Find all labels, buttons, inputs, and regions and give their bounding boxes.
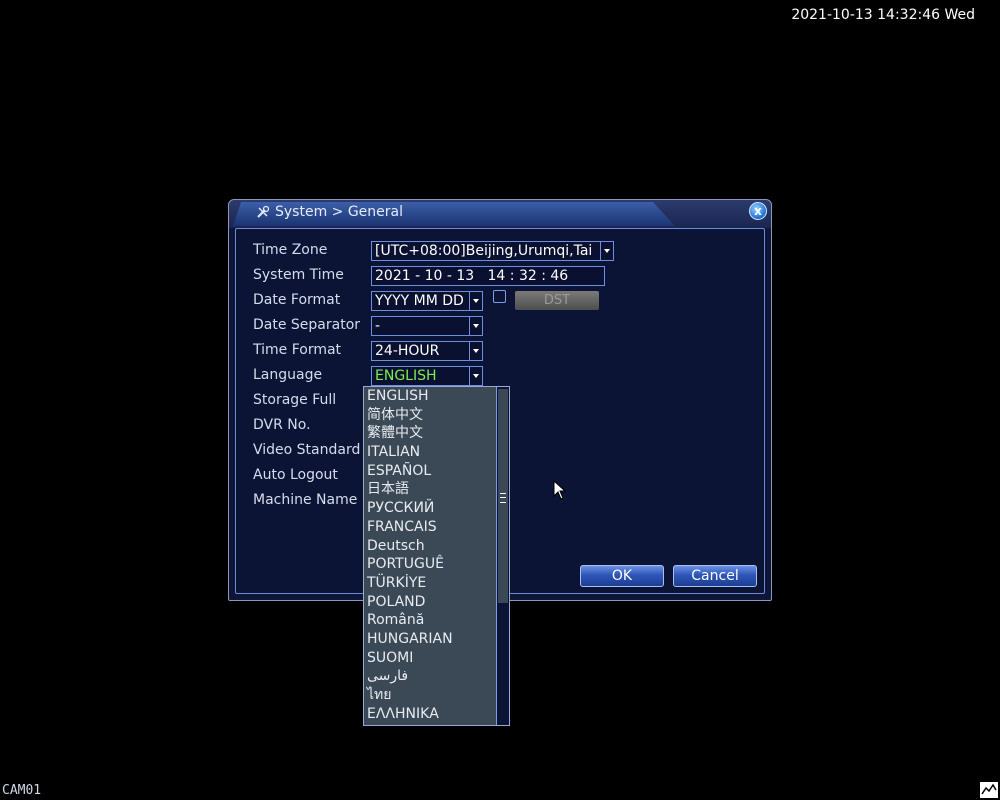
- chevron-down-icon: [469, 367, 482, 385]
- language-option[interactable]: 日本語: [364, 480, 509, 499]
- scrollbar-thumb[interactable]: [498, 389, 508, 603]
- language-option[interactable]: SUOMI: [364, 649, 509, 668]
- date-format-select[interactable]: YYYY MM DD: [371, 291, 483, 311]
- language-option[interactable]: 繁體中文: [364, 424, 509, 443]
- language-option[interactable]: فارسی: [364, 667, 509, 686]
- dialog-title: System > General: [275, 204, 404, 220]
- label-time-format: Time Format: [253, 342, 342, 358]
- label-date-separator: Date Separator: [253, 317, 361, 333]
- system-time-input[interactable]: 2021 - 10 - 13 14 : 32 : 46: [371, 266, 605, 286]
- language-option[interactable]: FRANCAIS: [364, 518, 509, 537]
- cancel-button[interactable]: Cancel: [673, 565, 757, 587]
- chevron-down-icon: [469, 342, 482, 360]
- dst-button[interactable]: DST: [515, 291, 599, 310]
- language-select[interactable]: ENGLISH: [371, 366, 483, 386]
- label-dvr-no: DVR No.: [253, 417, 311, 433]
- language-list-scrollbar[interactable]: [496, 387, 509, 725]
- language-option[interactable]: РУССКИЙ: [364, 499, 509, 518]
- label-language: Language: [253, 367, 323, 383]
- language-option[interactable]: ENGLISH: [364, 387, 509, 406]
- chevron-down-icon: [600, 242, 613, 260]
- close-button[interactable]: x: [749, 202, 767, 220]
- label-machine-name: Machine Name: [253, 492, 358, 508]
- label-storage-full: Storage Full: [253, 392, 337, 408]
- language-option[interactable]: ΕΛΛΗΝΙΚΑ: [364, 705, 509, 724]
- language-option[interactable]: Deutsch: [364, 537, 509, 556]
- language-option[interactable]: ไทย: [364, 686, 509, 705]
- language-option[interactable]: ITALIAN: [364, 443, 509, 462]
- language-option[interactable]: HUNGARIAN: [364, 630, 509, 649]
- language-option[interactable]: PORTUGUÊ: [364, 555, 509, 574]
- label-video-standard: Video Standard: [253, 442, 361, 458]
- grip-icon: [500, 493, 506, 503]
- date-separator-select[interactable]: -: [371, 316, 483, 336]
- label-date-format: Date Format: [253, 292, 341, 308]
- ok-button[interactable]: OK: [580, 565, 664, 587]
- time-zone-select[interactable]: [UTC+08:00]Beijing,Urumqi,Tai: [371, 241, 614, 261]
- chevron-down-icon: [469, 317, 482, 335]
- chevron-down-icon: [469, 292, 482, 310]
- time-format-select[interactable]: 24-HOUR: [371, 341, 483, 361]
- camera-label: CAM01: [2, 783, 42, 798]
- mouse-pointer-icon: [553, 480, 567, 500]
- language-option[interactable]: TÜRKİYE: [364, 574, 509, 593]
- label-time-zone: Time Zone: [253, 242, 328, 258]
- language-option[interactable]: 简体中文: [364, 406, 509, 425]
- language-option[interactable]: Română: [364, 611, 509, 630]
- language-option[interactable]: ESPAÑOL: [364, 462, 509, 481]
- label-auto-logout: Auto Logout: [253, 467, 338, 483]
- xvr-logo-icon: [980, 782, 998, 798]
- dst-checkbox[interactable]: [493, 290, 506, 303]
- clock: 2021-10-13 14:32:46 Wed: [791, 7, 975, 23]
- label-system-time: System Time: [253, 267, 344, 283]
- language-option[interactable]: POLAND: [364, 593, 509, 612]
- language-dropdown-list[interactable]: ENGLISH 简体中文 繁體中文 ITALIAN ESPAÑOL 日本語 РУССКИЙ F…: [363, 386, 510, 726]
